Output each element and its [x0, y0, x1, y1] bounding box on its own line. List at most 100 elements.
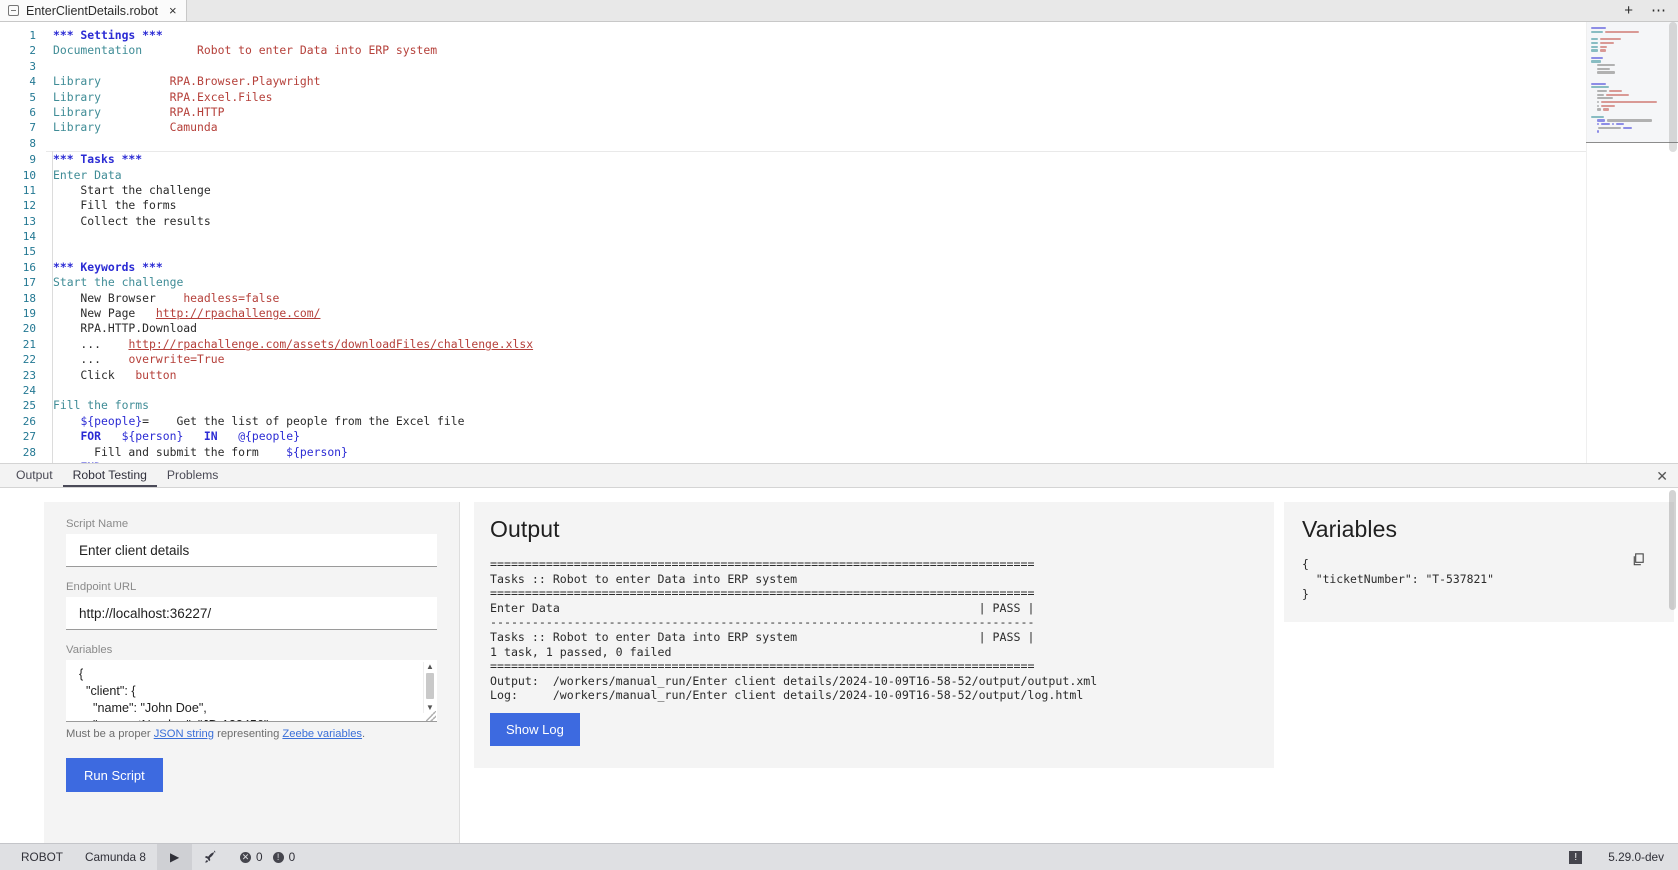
endpoint-url-input[interactable]	[66, 597, 437, 630]
run-icon[interactable]: ▶	[156, 844, 193, 870]
code-line[interactable]: 12 Fill the forms	[0, 198, 1586, 213]
code-line[interactable]: 9 *** Tasks ***	[0, 152, 1586, 167]
line-content: ... http://rpachallenge.com/assets/downl…	[46, 337, 533, 352]
token-set: Library	[53, 74, 102, 89]
line-number: 27	[22, 430, 36, 444]
code-line[interactable]: 20 RPA.HTTP.Download	[0, 321, 1586, 336]
code-line[interactable]: 6 Library RPA.HTTP	[0, 105, 1586, 120]
panel-scrollbar-thumb[interactable]	[1669, 490, 1676, 610]
code-line[interactable]: 10 Enter Data	[0, 168, 1586, 183]
variables-textarea[interactable]: { "client": { "name": "John Doe", "accou…	[66, 660, 437, 722]
code-line[interactable]: 24	[0, 383, 1586, 398]
token-str: RPA.Excel.Files	[169, 89, 273, 104]
json-string-link[interactable]: JSON string	[154, 728, 214, 740]
minimap-segment	[1596, 64, 1615, 67]
variables-textarea-scrollbar[interactable]: ▲ ▼	[423, 662, 435, 713]
variables-label: Variables	[66, 644, 113, 656]
code-line[interactable]: 26 ${people}= Get the list of people fro…	[0, 414, 1586, 429]
zeebe-variables-link[interactable]: Zeebe variables	[282, 728, 362, 740]
variables-textarea-wrapper: { "client": { "name": "John Doe", "accou…	[66, 660, 437, 722]
code-line[interactable]: 3	[0, 59, 1586, 74]
panel-scrollbar[interactable]	[1668, 488, 1677, 843]
code-line[interactable]: 18 New Browser headless=false	[0, 291, 1586, 306]
run-script-button[interactable]: Run Script	[66, 758, 163, 792]
token-str: Camunda	[169, 120, 218, 135]
scrollbar-thumb[interactable]	[426, 673, 434, 699]
code-line[interactable]: 5 Library RPA.Excel.Files	[0, 90, 1586, 105]
notification-icon[interactable]: !	[1569, 850, 1583, 864]
code-line[interactable]: 14	[0, 229, 1586, 244]
line-number: 14	[22, 230, 36, 244]
info-circle-icon: !	[272, 851, 284, 863]
line-content	[46, 59, 60, 74]
code-line[interactable]: 28 Fill and submit the form ${person}	[0, 445, 1586, 460]
code-line[interactable]: 25 Fill the forms	[0, 398, 1586, 413]
code-line[interactable]: 19 New Page http://rpachallenge.com/	[0, 306, 1586, 321]
token-kw: Start the challenge	[53, 275, 184, 290]
panel-tab-problems[interactable]: Problems	[157, 464, 228, 487]
plus-icon[interactable]: +	[1624, 3, 1633, 18]
code-line[interactable]: 15	[0, 244, 1586, 259]
code-line[interactable]: 23 Click button	[0, 368, 1586, 383]
line-number: 18	[22, 291, 36, 305]
code-line[interactable]: 7 Library Camunda	[0, 120, 1586, 135]
line-content	[46, 136, 60, 151]
code-line[interactable]: 8	[0, 136, 1586, 151]
code-line[interactable]: 17 Start the challenge	[0, 275, 1586, 290]
token-set: Library	[53, 120, 102, 135]
more-options-icon[interactable]: ⋯	[1651, 3, 1666, 18]
hint-middle: representing	[214, 728, 283, 740]
status-mode: ROBOT	[21, 850, 63, 864]
editor-minimap[interactable]	[1586, 22, 1678, 463]
code-line[interactable]: 13 Collect the results	[0, 214, 1586, 229]
rocket-icon[interactable]	[192, 844, 229, 870]
panel-tab-robot-testing[interactable]: Robot Testing	[62, 464, 157, 487]
code-line[interactable]: 11 Start the challenge	[0, 183, 1586, 198]
token-set: Library	[53, 89, 102, 104]
robot-testing-panel: Script Name Endpoint URL Variables { "cl…	[0, 488, 1678, 843]
code-line[interactable]: 22 ... overwrite=True	[0, 352, 1586, 367]
code-lines-container[interactable]: 1 *** Settings *** 2 Documentation Robot to…	[0, 22, 1586, 463]
output-log-text: ========================================…	[490, 557, 1098, 703]
code-line[interactable]: 16 *** Keywords ***	[0, 260, 1586, 275]
scroll-up-icon[interactable]: ▲	[426, 663, 434, 671]
token-set: Documentation	[53, 43, 143, 58]
token-var: ${person}	[286, 444, 348, 459]
close-icon[interactable]: ×	[169, 4, 177, 17]
panel-tab-label: Problems	[166, 467, 219, 482]
editor-scrollbar-thumb[interactable]	[1669, 22, 1677, 152]
line-number: 15	[22, 245, 36, 259]
code-line[interactable]: 4 Library RPA.Browser.Playwright	[0, 74, 1586, 89]
panel-tab-output[interactable]: Output	[6, 464, 63, 487]
panel-close-icon[interactable]: ✕	[1656, 469, 1668, 483]
resize-grip-icon[interactable]	[426, 711, 436, 721]
code-line[interactable]: 1 *** Settings ***	[0, 28, 1586, 43]
token-ctrl: FOR	[80, 429, 102, 444]
code-line[interactable]: 27 FOR ${person} IN @{people}	[0, 429, 1586, 444]
panel-tab-label: Robot Testing	[72, 467, 147, 482]
line-content: Library RPA.HTTP	[46, 105, 224, 120]
status-engine[interactable]: Camunda 8	[74, 844, 157, 870]
editor-scrollbar[interactable]	[1668, 22, 1678, 463]
line-number: 2	[29, 44, 36, 58]
status-bar-right: ! 5.29.0-dev	[1569, 850, 1678, 864]
output-title: Output	[490, 516, 560, 542]
copy-icon[interactable]	[1631, 552, 1646, 567]
problems-indicator[interactable]: ✕ 0 ! 0	[229, 844, 306, 870]
code-editor[interactable]: 1 *** Settings *** 2 Documentation Robot to…	[0, 22, 1678, 463]
code-line[interactable]: 2 Documentation Robot to enter Data into …	[0, 43, 1586, 58]
variables-section: Variables { "ticketNumber": "T-537821" }	[1284, 502, 1674, 622]
token-plain: Collect the results	[53, 213, 211, 228]
show-log-button[interactable]: Show Log	[490, 712, 580, 746]
script-name-input[interactable]	[66, 534, 437, 567]
line-number: 6	[29, 105, 36, 119]
code-line[interactable]: 21 ... http://rpachallenge.com/assets/do…	[0, 337, 1586, 352]
editor-tab-enterclientdetails[interactable]: EnterClientDetails.robot ×	[0, 0, 187, 21]
